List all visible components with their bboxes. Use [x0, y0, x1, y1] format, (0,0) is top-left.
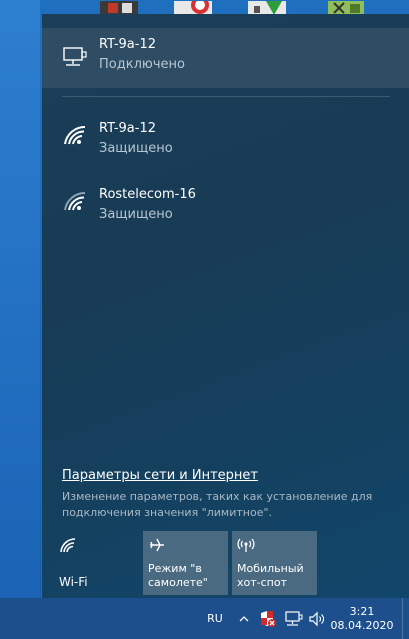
network-name: RT-9a-12: [99, 37, 156, 52]
network-settings-link[interactable]: Параметры сети и Интернет: [62, 468, 258, 483]
tile-label: Мобильный хот-спот: [237, 562, 304, 590]
network-flyout: RT-9a-12 Подключено RT-9a-12 Защищено Ro…: [41, 14, 409, 598]
desktop-shortcut-icon[interactable]: [248, 0, 292, 15]
tile-label-line: Мобильный: [237, 562, 304, 575]
clock[interactable]: 3:21 08.04.2020: [330, 598, 394, 639]
wifi-icon: [59, 537, 79, 556]
divider: [62, 96, 390, 97]
taskbar: RU 3:21 08.04.2020: [0, 598, 409, 639]
desktop-background: [0, 0, 40, 598]
show-desktop-button[interactable]: [402, 598, 409, 639]
network-item[interactable]: RT-9a-12 Защищено: [42, 114, 409, 164]
hotspot-icon: [237, 537, 255, 556]
airplane-mode-tile[interactable]: Режим "в самолете": [143, 531, 228, 595]
clock-date: 08.04.2020: [330, 618, 394, 632]
wifi-toggle-tile[interactable]: Wi-Fi: [54, 531, 139, 595]
language-indicator[interactable]: RU: [200, 598, 230, 639]
network-tray-icon[interactable]: [282, 598, 306, 639]
tile-label-line: самолете": [148, 576, 208, 589]
security-shield-icon[interactable]: [256, 598, 280, 639]
desktop-shortcut-icon[interactable]: [174, 0, 218, 15]
ethernet-icon: [62, 46, 88, 68]
network-name: Rostelecom-16: [99, 187, 196, 202]
network-item[interactable]: Rostelecom-16 Защищено: [42, 180, 409, 230]
desktop-shortcut-icon[interactable]: [328, 0, 372, 15]
volume-icon[interactable]: [306, 598, 328, 639]
network-item-connected[interactable]: RT-9a-12 Подключено: [42, 28, 409, 88]
wifi-icon: [62, 124, 88, 146]
network-status: Подключено: [99, 57, 185, 72]
tile-label: Wi-Fi: [59, 575, 88, 589]
chevron-up-icon[interactable]: [236, 598, 252, 639]
airplane-icon: [148, 537, 166, 556]
tile-label-line: Режим "в: [148, 562, 202, 575]
tile-label: Режим "в самолете": [148, 562, 208, 590]
desktop-shortcut-icon[interactable]: [100, 0, 144, 15]
mobile-hotspot-tile[interactable]: Мобильный хот-спот: [232, 531, 317, 595]
desktop-icons-strip: [40, 0, 409, 15]
wifi-icon: [62, 190, 88, 212]
network-status: Защищено: [99, 141, 173, 156]
network-status: Защищено: [99, 207, 173, 222]
clock-time: 3:21: [349, 604, 375, 618]
tile-label-line: хот-спот: [237, 576, 287, 589]
network-name: RT-9a-12: [99, 121, 156, 136]
settings-description: Изменение параметров, таких как установл…: [62, 490, 373, 519]
